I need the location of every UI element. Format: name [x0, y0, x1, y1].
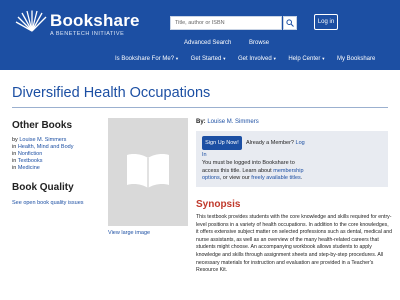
book-quality-heading: Book Quality [12, 182, 74, 193]
secondary-nav: Advanced Search Browse [184, 40, 285, 46]
synopsis-heading: Synopsis [196, 199, 241, 210]
in-prefix: in [12, 144, 17, 150]
author-link[interactable]: Louise M. Simmers [207, 119, 258, 125]
category-line: in Medicine [12, 165, 40, 171]
in-prefix: in [12, 151, 17, 157]
author-link[interactable]: Louise M. Simmers [19, 137, 66, 143]
or-view-text: , or view our [219, 175, 250, 181]
category-link-health[interactable]: Health, Mind and Body [18, 144, 74, 150]
other-books-heading: Other Books [12, 120, 73, 131]
divider [12, 107, 388, 108]
search-icon [286, 19, 294, 27]
signup-button[interactable]: Sign Up Now! [202, 136, 242, 150]
book-cover-placeholder[interactable] [108, 118, 188, 226]
author-line: By: Louise M. Simmers [196, 119, 259, 125]
search-input[interactable]: Title, author or ISBN [170, 16, 282, 30]
chevron-down-icon: ▼ [321, 56, 326, 61]
site-header: Bookshare A BENETECH INITIATIVE Title, a… [0, 0, 400, 70]
nav-item-label: Get Involved [238, 56, 272, 62]
period: . [300, 175, 303, 181]
already-member-text: Already a Member? Log [246, 140, 305, 146]
category-link-nonfiction[interactable]: Nonfiction [18, 151, 42, 157]
bookshare-logo[interactable]: Bookshare A BENETECH INITIATIVE [12, 10, 142, 40]
by-prefix: by [12, 137, 18, 143]
browse-link[interactable]: Browse [249, 40, 269, 46]
other-books-by: by Louise M. Simmers [12, 137, 66, 143]
freely-available-titles-link[interactable]: freely available titles [251, 175, 301, 181]
book-quality-link[interactable]: See open book quality issues [12, 200, 84, 206]
chevron-down-icon: ▼ [175, 56, 179, 61]
nav-item-label: Get Started [190, 56, 222, 62]
synopsis-text: This textbook provides students with the… [196, 214, 392, 274]
nav-item-label: My Bookshare [336, 56, 376, 62]
advanced-search-link[interactable]: Advanced Search [184, 40, 231, 46]
in-prefix: in [12, 165, 17, 171]
login-link[interactable]: Log [296, 140, 305, 146]
nav-item-label: Is Bookshare For Me? [115, 56, 175, 62]
nav-item-label: Help Center [288, 56, 321, 62]
by-label: By: [196, 119, 206, 125]
category-line: in Health, Mind and Body [12, 144, 73, 150]
login-button[interactable]: Log in [314, 14, 338, 30]
category-link-textbooks[interactable]: Textbooks [18, 158, 43, 164]
nav-item-get-started[interactable]: Get Started▼ [191, 56, 227, 62]
nav-item-help-center[interactable]: Help Center▼ [288, 56, 325, 62]
main-nav: Is Bookshare For Me?▼ Get Started▼ Get I… [115, 56, 385, 66]
nav-item-my-bookshare[interactable]: My Bookshare [337, 56, 375, 62]
logo-title: Bookshare [50, 11, 140, 30]
chevron-down-icon: ▼ [272, 56, 277, 61]
in-prefix: in [12, 158, 17, 164]
logo-fan-icon [15, 10, 47, 32]
search-button[interactable] [283, 16, 297, 30]
category-link-medicine[interactable]: Medicine [18, 165, 40, 171]
page-title: Diversified Health Occupations [12, 85, 211, 101]
category-line: in Nonfiction [12, 151, 42, 157]
nav-item-get-involved[interactable]: Get Involved▼ [238, 56, 277, 62]
category-line: in Textbooks [12, 158, 42, 164]
open-book-icon [127, 154, 169, 188]
login-link-continued[interactable]: In [202, 152, 207, 158]
access-message: You must be logged into Bookshare to acc… [202, 160, 312, 183]
chevron-down-icon: ▼ [222, 56, 227, 61]
already-member-label: Already a Member? [246, 140, 294, 146]
view-large-image-link[interactable]: View large image [108, 230, 150, 236]
access-panel: Sign Up Now! Already a Member? Log In Yo… [196, 131, 388, 187]
logo-tagline: A BENETECH INITIATIVE [50, 31, 125, 37]
nav-item-is-bookshare-for-me[interactable]: Is Bookshare For Me?▼ [115, 56, 179, 62]
